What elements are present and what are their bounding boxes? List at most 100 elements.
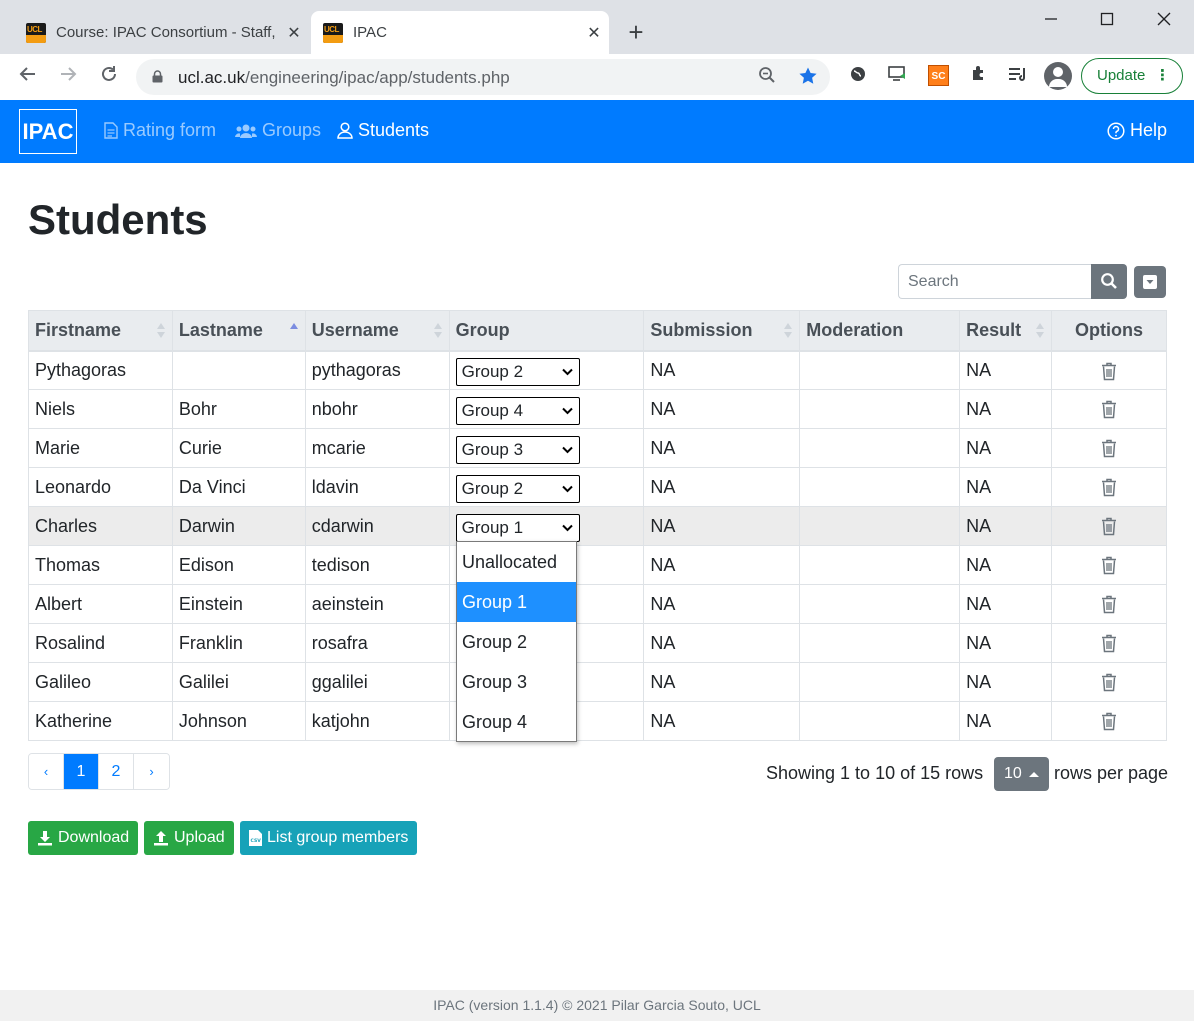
group-select[interactable]: Group 2 — [455, 357, 580, 386]
cell-lastname: Edison — [171, 545, 306, 585]
pagination-page-1[interactable]: 1 — [64, 754, 99, 789]
sc-extension-icon[interactable]: SC — [928, 65, 949, 86]
zoom-icon[interactable] — [756, 66, 778, 88]
back-icon[interactable] — [14, 63, 42, 91]
cell-group: Group 2 — [448, 467, 645, 507]
forward-icon[interactable] — [54, 63, 82, 91]
nav-link-label: Rating form — [123, 120, 217, 140]
minimize-icon[interactable] — [1037, 6, 1065, 34]
trash-icon[interactable] — [1101, 634, 1117, 653]
address-bar[interactable]: ucl.ac.uk/engineering/ipac/app/students.… — [136, 59, 830, 95]
trash-icon[interactable] — [1101, 712, 1117, 731]
group-option-group-4[interactable]: Group 4 — [457, 702, 576, 742]
column-header-options[interactable]: Options — [1051, 310, 1167, 352]
search-icon — [1101, 273, 1117, 289]
group-option-group-1[interactable]: Group 1 — [457, 582, 576, 622]
kebab-menu-icon: ⋮ — [1155, 67, 1170, 84]
search-input[interactable] — [898, 264, 1092, 299]
cell-moderation — [799, 584, 961, 624]
cell-options — [1051, 662, 1167, 702]
nav-link-help[interactable]: Help — [1107, 120, 1167, 141]
column-header-username[interactable]: Username — [304, 310, 450, 352]
trash-icon[interactable] — [1101, 556, 1117, 575]
trash-icon[interactable] — [1101, 439, 1117, 458]
rows-per-page-button[interactable]: 10 — [994, 757, 1049, 791]
cell-options — [1051, 428, 1167, 468]
browser-update-button[interactable]: Update ⋮ — [1081, 58, 1183, 94]
column-header-firstname[interactable]: Firstname — [28, 310, 173, 352]
column-header-label: Username — [311, 319, 399, 340]
bookmark-star-icon[interactable] — [797, 66, 819, 88]
reading-list-icon[interactable] — [1006, 65, 1030, 89]
csv-file-icon: CSV — [249, 830, 262, 846]
trash-icon[interactable] — [1101, 673, 1117, 692]
cell-moderation — [799, 701, 961, 741]
caret-up-icon — [1029, 772, 1039, 777]
group-option-unallocated[interactable]: Unallocated — [457, 542, 576, 582]
maximize-icon[interactable] — [1093, 6, 1121, 34]
puzzle-extensions-icon[interactable] — [967, 65, 991, 89]
new-tab-button[interactable]: + — [622, 18, 650, 46]
group-select[interactable]: Group 3 — [455, 435, 580, 464]
group-option-group-3[interactable]: Group 3 — [457, 662, 576, 702]
tab-close-icon[interactable]: ✕ — [579, 23, 609, 43]
trash-icon[interactable] — [1101, 400, 1117, 419]
cell-firstname: Leonardo — [28, 467, 173, 507]
cell-options — [1051, 623, 1167, 663]
browser-tab-course[interactable]: UCL Course: IPAC Consortium - Staff, T ✕ — [14, 11, 309, 54]
trash-icon[interactable] — [1101, 517, 1117, 536]
cell-options — [1051, 545, 1167, 585]
column-header-moderation[interactable]: Moderation — [799, 310, 961, 352]
cell-submission: NA — [643, 662, 801, 702]
nav-link-groups[interactable]: Groups — [235, 120, 321, 141]
cell-submission: NA — [643, 506, 801, 546]
sort-both-icon — [784, 323, 793, 338]
chevron-down-icon — [561, 485, 573, 492]
tab-close-icon[interactable]: ✕ — [279, 23, 309, 43]
group-select[interactable]: Group 2 — [455, 474, 580, 503]
chevron-down-icon — [561, 446, 573, 453]
tab-title: Course: IPAC Consortium - Staff, T — [56, 24, 279, 41]
rows-per-page-label: rows per page — [1054, 763, 1169, 783]
trash-icon[interactable] — [1101, 478, 1117, 497]
cell-options — [1051, 350, 1167, 390]
browser-tab-ipac[interactable]: UCL IPAC ✕ — [311, 11, 609, 54]
column-header-result[interactable]: Result — [959, 310, 1053, 352]
download-button[interactable]: Download — [28, 821, 139, 855]
download-label: Download — [58, 829, 130, 846]
users-icon — [235, 124, 257, 138]
export-dropdown-button[interactable] — [1134, 266, 1166, 298]
search-button[interactable] — [1091, 264, 1127, 299]
nav-link-students[interactable]: Students — [337, 120, 429, 141]
column-header-submission[interactable]: Submission — [643, 310, 801, 352]
cell-username: katjohn — [304, 701, 450, 741]
cell-username: cdarwin — [304, 506, 450, 546]
pagination-page-2[interactable]: 2 — [99, 754, 134, 789]
list-group-members-button[interactable]: CSV List group members — [240, 821, 418, 855]
footer: IPAC (version 1.1.4) © 2021 Pilar Garcia… — [0, 990, 1194, 1021]
list-group-members-label: List group members — [267, 829, 409, 846]
trash-icon[interactable] — [1101, 362, 1117, 381]
group-select[interactable]: Group 1 — [455, 513, 580, 542]
column-header-group[interactable]: Group — [448, 310, 645, 352]
group-option-group-2[interactable]: Group 2 — [457, 622, 576, 662]
column-header-lastname[interactable]: Lastname — [171, 310, 306, 352]
group-select-dropdown-list[interactable]: Unallocated Group 1 Group 2 Group 3 Group 4 — [456, 541, 577, 742]
cell-moderation — [799, 467, 961, 507]
window-close-icon[interactable] — [1150, 6, 1178, 34]
nav-link-rating-form[interactable]: Rating form — [104, 120, 216, 141]
upload-button[interactable]: Upload — [144, 821, 234, 855]
cast-extension-icon[interactable] — [886, 65, 910, 89]
group-select-value: Group 4 — [461, 400, 524, 420]
cell-moderation — [799, 545, 961, 585]
globe-extension-icon[interactable] — [846, 65, 870, 89]
pagination-prev[interactable]: ‹ — [29, 754, 64, 789]
group-select[interactable]: Group 4 — [455, 396, 580, 425]
brand-logo[interactable]: IPAC — [19, 109, 77, 154]
column-header-label: Submission — [650, 319, 753, 340]
profile-avatar-icon[interactable] — [1044, 62, 1072, 90]
trash-icon[interactable] — [1101, 595, 1117, 614]
reload-icon[interactable] — [95, 63, 123, 91]
pagination-next[interactable]: › — [134, 754, 169, 789]
page-title: Students — [28, 196, 208, 243]
